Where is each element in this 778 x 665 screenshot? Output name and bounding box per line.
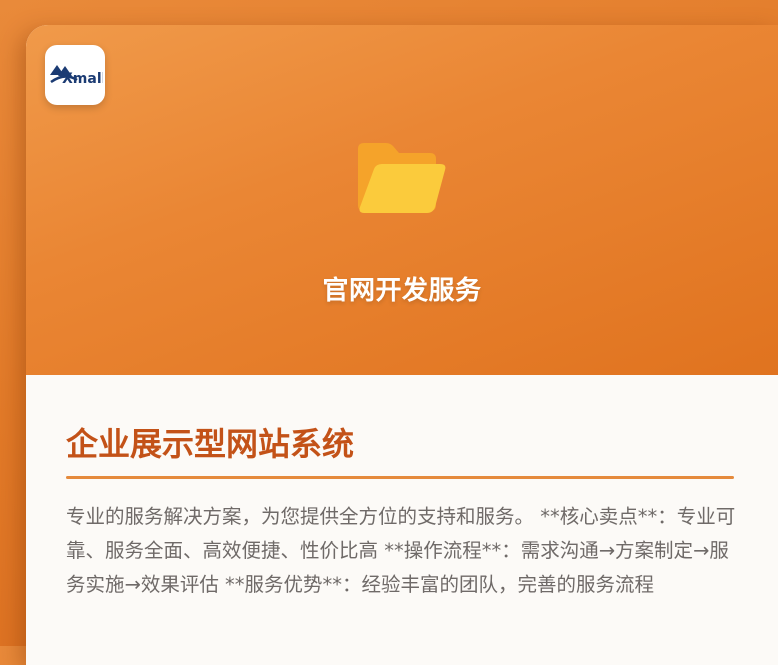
xmall-logo-mark: Xmall <box>50 65 103 87</box>
card-content: 企业展示型网站系统 专业的服务解决方案，为您提供全方位的支持和服务。 **核心卖… <box>26 375 778 665</box>
content-description: 专业的服务解决方案，为您提供全方位的支持和服务。 **核心卖点**：专业可靠、服… <box>66 505 736 596</box>
logo-wordmark: Xmall <box>62 71 103 87</box>
content-title: 企业展示型网站系统 <box>66 425 355 463</box>
xmall-logo[interactable]: Xmall <box>45 45 105 105</box>
service-card[interactable]: Xmall 官网开发服务 企业展示型网站系统 专业的服务解决方案，为您提供全方位… <box>26 25 778 665</box>
title-divider <box>66 476 734 479</box>
card-hero: Xmall 官网开发服务 <box>26 25 778 375</box>
hero-title: 官网开发服务 <box>322 276 482 306</box>
folder-icon <box>358 143 446 213</box>
